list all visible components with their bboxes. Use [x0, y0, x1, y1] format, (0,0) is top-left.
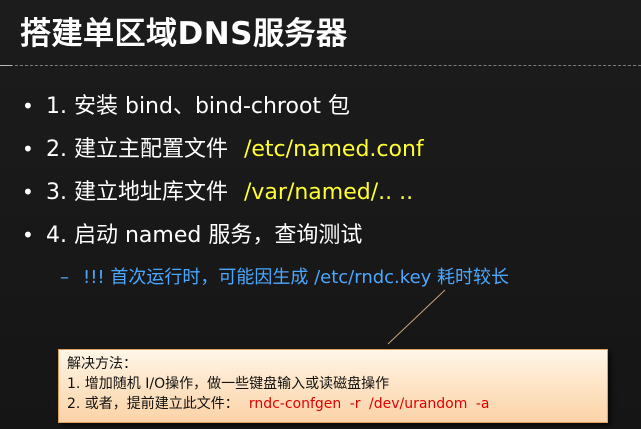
callout-line-2-prefix: 2. 或者，提前建立此文件：	[67, 396, 239, 412]
bullet-text: 1. 安装 bind、bind-chroot 包	[46, 94, 351, 119]
bullet-item-1: • 1. 安装 bind、bind-chroot 包	[22, 88, 632, 131]
bullet-item-2: • 2. 建立主配置文件/etc/named.conf	[22, 131, 632, 174]
callout-line-2: 2. 或者，提前建立此文件： rndc-confgen -r /dev/urand…	[67, 394, 599, 414]
slide: 搭建单区域DNS服务器 • 1. 安装 bind、bind-chroot 包 • 2…	[0, 0, 641, 429]
bullet-text: 3. 建立地址库文件	[46, 180, 228, 205]
sub-bullet-text: !!! 首次运行时，可能因生成 /etc/rndc.key 耗时较长	[83, 267, 510, 288]
bullet-dot-icon: •	[22, 223, 34, 247]
sub-bullet: –!!! 首次运行时，可能因生成 /etc/rndc.key 耗时较长	[60, 263, 509, 289]
bullet-text: 2. 建立主配置文件	[46, 137, 228, 162]
bullet-dot-icon: •	[22, 180, 34, 204]
title-divider	[0, 65, 641, 66]
bullet-dot-icon: •	[22, 94, 34, 118]
bullet-item-3: • 3. 建立地址库文件/var/named/.. ..	[22, 174, 632, 217]
callout-command: rndc-confgen -r /dev/urandom -a	[248, 396, 490, 412]
bullet-dot-icon: •	[22, 137, 34, 161]
bullet-path-highlight: /etc/named.conf	[243, 137, 424, 162]
bullet-list: • 1. 安装 bind、bind-chroot 包 • 2. 建立主配置文件/et…	[22, 88, 632, 260]
slide-title: 搭建单区域DNS服务器	[20, 16, 348, 52]
bullet-path-highlight: /var/named/.. ..	[243, 180, 414, 205]
callout-heading: 解决方法：	[67, 356, 137, 372]
sub-bullet-dash: –	[60, 267, 69, 288]
bullet-item-4: • 4. 启动 named 服务，查询测试	[22, 217, 632, 260]
solution-callout: 解决方法： 1. 增加随机 I/O操作，做一些键盘输入或读磁盘操作 2. 或者，…	[58, 349, 608, 423]
callout-line-1: 1. 增加随机 I/O操作，做一些键盘输入或读磁盘操作	[67, 376, 390, 392]
title-divider-tick	[0, 65, 12, 66]
bullet-text: 4. 启动 named 服务，查询测试	[46, 223, 363, 248]
